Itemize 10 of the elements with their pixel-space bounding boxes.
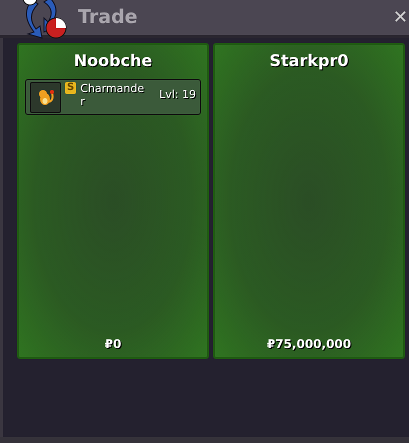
pokemon-name: Charmander (80, 82, 144, 108)
rank-badge: S (65, 82, 76, 94)
close-button[interactable]: ✕ (392, 8, 409, 26)
player-name: Noobche (74, 50, 152, 72)
money-amount: ₽75,000,000 (266, 336, 352, 353)
window-title: Trade (78, 5, 138, 30)
offer-item[interactable]: S Charmander Lvl: 19 (25, 79, 201, 115)
player-name: Starkpr0 (270, 50, 348, 72)
level-label: Lvl: 19 (159, 87, 196, 103)
money-amount: ₽0 (104, 336, 122, 353)
